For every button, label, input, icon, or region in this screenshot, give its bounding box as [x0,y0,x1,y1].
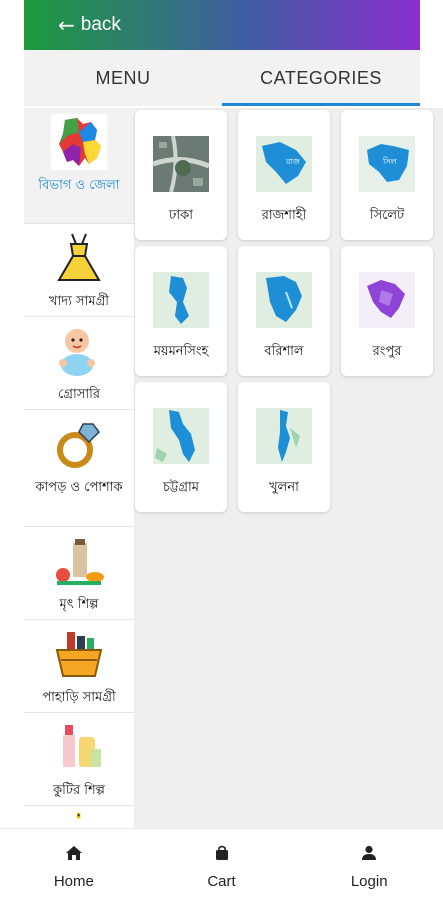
division-map-icon [153,408,209,464]
dress-icon [57,233,101,281]
user-icon [362,845,377,860]
division-map-icon: রাজ [256,136,312,192]
home-icon [65,846,82,860]
bottom-navigation: Home Cart Login [0,828,443,901]
sidebar-item-food[interactable]: খাদ্য সামগ্রী [24,224,134,317]
division-map-icon: সিল [359,136,415,192]
category-card-khulna[interactable]: খুলনা [238,382,330,512]
sidebar-item-label: গ্রোসারি [57,387,100,402]
tab-menu[interactable]: MENU [24,50,222,106]
nav-cart-label: Cart [207,873,236,890]
arrow-left-icon: ← [58,13,75,37]
division-map-icon [359,272,415,328]
back-label: back [80,14,121,35]
category-name: ময়মনসিংহ [153,344,209,359]
app-header: ← back [24,0,420,50]
nav-home[interactable]: Home [0,829,148,901]
more-category-icon [76,812,81,819]
category-name: রাজশাহী [261,208,307,223]
sidebar-item-cottage[interactable]: কুটির শিল্প [24,713,134,806]
tab-bar: MENU CATEGORIES [24,50,420,106]
category-name: রংপুর [372,344,402,359]
tab-categories[interactable]: CATEGORIES [222,50,420,106]
sidebar-item-more[interactable] [24,806,134,828]
sidebar-item-pottery[interactable]: মৃৎ শিল্প [24,527,134,620]
sidebar-item-label: পাহাড়ি সামগ্রী [42,690,116,705]
category-card-sylhet[interactable]: সিল সিলেট [341,110,433,240]
sidebar-item-label: খাদ্য সামগ্রী [48,294,110,309]
city-photo-icon [153,136,209,192]
basket-icon [55,632,103,677]
category-name: চট্টগ্রাম [163,480,199,495]
category-card-rajshahi[interactable]: রাজ রাজশাহী [238,110,330,240]
svg-text:রাজ: রাজ [285,157,301,166]
nav-login[interactable]: Login [295,829,443,901]
cosmetics-icon [63,725,101,767]
nav-login-label: Login [350,873,388,890]
category-sidebar[interactable]: বিভাগ ও জেলা খাদ্য সামগ্রী গ্রোসারি কাপড… [24,108,135,828]
category-card-mymensingh[interactable]: ময়মনসিংহ [135,246,227,376]
category-name: ঢাকা [169,208,193,223]
sidebar-item-grocery[interactable]: গ্রোসারি [24,317,134,410]
category-name: বরিশাল [264,344,304,359]
bag-icon [215,845,228,860]
nav-cart[interactable]: Cart [148,829,296,901]
sidebar-item-label: কুটির শিল্প [53,783,105,798]
division-map-icon [153,272,209,328]
back-button[interactable]: ← back [24,14,121,36]
bangladesh-map-icon [51,114,107,170]
category-card-rangpur[interactable]: রংপুর [341,246,433,376]
sidebar-item-label: বিভাগ ও জেলা [38,178,120,193]
category-card-chattogram[interactable]: চট্টগ্রাম [135,382,227,512]
svg-text:সিল: সিল [382,157,398,166]
category-card-dhaka[interactable]: ঢাকা [135,110,227,240]
sidebar-item-hill-goods[interactable]: পাহাড়ি সামগ্রী [24,620,134,713]
category-name: সিলেট [369,208,405,223]
sidebar-item-label: কাপড় ও পোশাক [35,480,123,495]
sidebar-item-clothing[interactable]: কাপড় ও পোশাক [24,410,134,527]
sidebar-item-divisions[interactable]: বিভাগ ও জেলা [24,108,134,224]
groceries-icon [56,539,104,585]
baby-icon [59,329,95,376]
nav-home-label: Home [53,873,94,890]
ring-icon [57,423,100,468]
sidebar-item-label: মৃৎ শিল্প [59,597,99,612]
category-name: খুলনা [269,480,299,495]
category-card-barishal[interactable]: বরিশাল [238,246,330,376]
division-map-icon [256,408,312,464]
division-map-icon [256,272,312,328]
category-grid: ঢাকা রাজ রাজশাহী সিল সিলেট ময়মনসিংহ বরি… [134,108,443,828]
